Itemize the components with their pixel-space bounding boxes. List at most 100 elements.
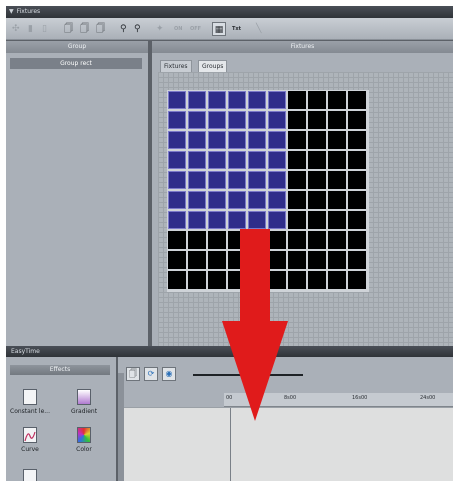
fixture-cell-selected[interactable] xyxy=(228,171,246,189)
fixture-cell[interactable] xyxy=(288,271,306,289)
fixture-cell-selected[interactable] xyxy=(188,211,206,229)
fixture-cell[interactable] xyxy=(328,91,346,109)
fixture-cell[interactable] xyxy=(348,251,366,269)
tab-fixtures[interactable]: Fixtures xyxy=(160,60,192,72)
fixture-cell-selected[interactable] xyxy=(268,131,286,149)
fixture-cell-selected[interactable] xyxy=(248,211,266,229)
fixture-cell[interactable] xyxy=(308,111,326,129)
fixture-cell[interactable] xyxy=(308,151,326,169)
fixture-cell[interactable] xyxy=(188,271,206,289)
fixture-cell-selected[interactable] xyxy=(168,91,186,109)
new-fixture-icon[interactable]: 🗍 xyxy=(64,22,73,36)
fixture-cell[interactable] xyxy=(188,231,206,249)
fixture-cell-selected[interactable] xyxy=(168,191,186,209)
fixture-cell-selected[interactable] xyxy=(188,131,206,149)
effect-constant-level[interactable]: Constant le... xyxy=(10,389,50,415)
fixture-cell[interactable] xyxy=(188,251,206,269)
fixture-cell[interactable] xyxy=(348,191,366,209)
align-icon[interactable]: ▮ xyxy=(28,22,33,36)
fixture-cell-selected[interactable] xyxy=(168,151,186,169)
fixture-cell[interactable] xyxy=(328,151,346,169)
fixture-cell-selected[interactable] xyxy=(208,191,226,209)
fixture-cell-selected[interactable] xyxy=(188,191,206,209)
fixture-cell-selected[interactable] xyxy=(228,151,246,169)
new-track-icon[interactable]: 🗍 xyxy=(126,367,140,381)
fixture-cell[interactable] xyxy=(288,191,306,209)
fixture-cell[interactable] xyxy=(328,251,346,269)
fixture-cell[interactable] xyxy=(308,231,326,249)
effect-gradient[interactable]: Gradient xyxy=(64,389,104,415)
fixture-cell[interactable] xyxy=(348,231,366,249)
fixture-cell[interactable] xyxy=(288,131,306,149)
fixture-cell[interactable] xyxy=(308,171,326,189)
fixture-cell[interactable] xyxy=(348,271,366,289)
fixture-cell-selected[interactable] xyxy=(248,151,266,169)
fixture-cell-selected[interactable] xyxy=(208,111,226,129)
fixture-cell[interactable] xyxy=(348,171,366,189)
effect-more[interactable] xyxy=(10,469,50,481)
fixture-cell[interactable] xyxy=(288,91,306,109)
fixture-cell[interactable] xyxy=(348,151,366,169)
fixture-cell[interactable] xyxy=(328,211,346,229)
refresh-icon[interactable]: ⟳ xyxy=(144,367,158,381)
fixture-cell-selected[interactable] xyxy=(168,111,186,129)
fixture-cell-selected[interactable] xyxy=(268,111,286,129)
fixture-cell[interactable] xyxy=(328,231,346,249)
fixture-cell[interactable] xyxy=(168,231,186,249)
fixture-cell[interactable] xyxy=(308,131,326,149)
fixture-cell-selected[interactable] xyxy=(228,191,246,209)
txt-button[interactable]: Txt xyxy=(232,22,241,36)
fixture-cell[interactable] xyxy=(308,271,326,289)
off-button[interactable]: OFF xyxy=(190,22,201,36)
fixture-cell[interactable] xyxy=(308,191,326,209)
fixture-cell-selected[interactable] xyxy=(268,211,286,229)
fixture-cell-selected[interactable] xyxy=(228,211,246,229)
zoom-out-icon[interactable]: ⚲ xyxy=(134,22,141,36)
fixture-cell[interactable] xyxy=(308,211,326,229)
fixture-cell[interactable] xyxy=(348,131,366,149)
fixture-cell-selected[interactable] xyxy=(208,171,226,189)
fixture-cell[interactable] xyxy=(288,111,306,129)
grid-view-icon[interactable]: ▦ xyxy=(212,22,226,36)
effect-color[interactable]: Color xyxy=(64,427,104,453)
fixture-cell[interactable] xyxy=(288,171,306,189)
fixture-cell[interactable] xyxy=(328,191,346,209)
collapse-chevron-icon[interactable]: ▼ xyxy=(9,6,14,18)
fixture-cell[interactable] xyxy=(348,111,366,129)
fixture-cell[interactable] xyxy=(348,211,366,229)
fixture-cell-selected[interactable] xyxy=(228,111,246,129)
distribute-icon[interactable]: ▯ xyxy=(42,22,47,36)
fixture-cell-selected[interactable] xyxy=(188,151,206,169)
fixture-cell[interactable] xyxy=(288,231,306,249)
fixture-cell[interactable] xyxy=(288,151,306,169)
fixture-cell-selected[interactable] xyxy=(208,211,226,229)
fixture-cell[interactable] xyxy=(308,91,326,109)
fixture-cell[interactable] xyxy=(328,171,346,189)
fixture-cell-selected[interactable] xyxy=(268,191,286,209)
fixture-cell[interactable] xyxy=(328,131,346,149)
tab-groups-rect[interactable]: Groups rect xyxy=(198,60,228,82)
effect-curve[interactable]: Curve xyxy=(10,427,50,453)
fixture-cell-selected[interactable] xyxy=(208,91,226,109)
fixture-cell-selected[interactable] xyxy=(188,91,206,109)
fixture-cell-selected[interactable] xyxy=(248,111,266,129)
fixture-cell-selected[interactable] xyxy=(168,131,186,149)
record-icon[interactable]: ◉ xyxy=(162,367,176,381)
on-button[interactable]: ON xyxy=(174,22,182,36)
fixture-cell[interactable] xyxy=(288,251,306,269)
fixture-cell[interactable] xyxy=(328,271,346,289)
fixture-cell-selected[interactable] xyxy=(208,131,226,149)
fixture-cell-selected[interactable] xyxy=(168,211,186,229)
fixture-cell[interactable] xyxy=(328,111,346,129)
fixture-cell[interactable] xyxy=(348,91,366,109)
fixture-cell-selected[interactable] xyxy=(208,151,226,169)
fixture-cell[interactable] xyxy=(168,271,186,289)
fixture-cell-selected[interactable] xyxy=(268,91,286,109)
fixture-cell-selected[interactable] xyxy=(248,91,266,109)
fixture-settings-icon[interactable]: 🗍 xyxy=(96,22,105,36)
fixture-cell-selected[interactable] xyxy=(188,111,206,129)
fixture-cell-selected[interactable] xyxy=(228,131,246,149)
fixture-canvas[interactable] xyxy=(158,72,453,346)
line-icon[interactable]: ╲ xyxy=(256,22,261,36)
add-icon[interactable]: ✦ xyxy=(156,22,164,36)
